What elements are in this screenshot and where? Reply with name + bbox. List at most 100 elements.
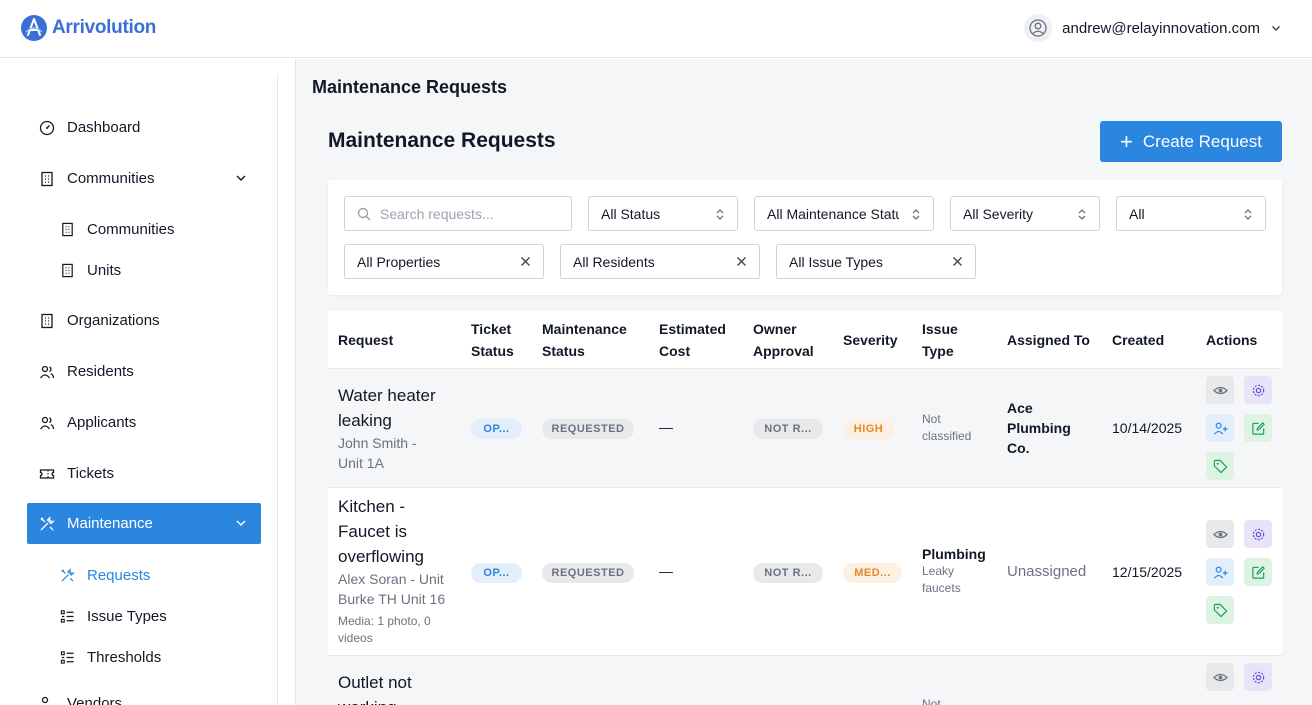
close-icon[interactable] [520, 256, 531, 267]
issue-type-text: classified [922, 429, 972, 443]
user-plus-icon [1213, 566, 1228, 579]
sidebar-item-vendors[interactable]: Vendors [27, 688, 261, 705]
tools-icon [61, 567, 75, 582]
issue-type-cell: Not [922, 696, 941, 705]
severity-badge: MED... [843, 563, 902, 583]
request-cell[interactable]: Kitchen - Faucet is overflowing Alex Sor… [338, 494, 445, 647]
avatar[interactable] [1024, 14, 1053, 42]
sidebar-item-maintenance[interactable]: Maintenance [27, 503, 261, 544]
header-ticket-status[interactable]: Ticket Status [471, 318, 514, 362]
issue-type-cell: Plumbing Leaky faucets [922, 545, 986, 597]
table-row[interactable]: Water heater leaking John Smith - Unit 1… [328, 369, 1282, 488]
view-button[interactable] [1206, 376, 1234, 404]
sidebar-item-residents[interactable]: Residents [27, 351, 261, 392]
assigned-vendor: Plumbing [1007, 420, 1071, 436]
edit-button[interactable] [1244, 558, 1272, 586]
select-arrows-icon [1078, 209, 1086, 220]
user-email[interactable]: andrew@relayinnovation.com [1062, 20, 1260, 37]
chevron-down-icon[interactable] [235, 172, 247, 184]
header-line: Ticket [471, 321, 512, 337]
select-arrows-icon [1244, 209, 1252, 220]
user-menu[interactable]: andrew@relayinnovation.com [1024, 14, 1282, 42]
ticket-status-badge: OP... [471, 563, 522, 583]
properties-select[interactable]: All Properties [344, 244, 544, 279]
sidebar-subitem-thresholds[interactable]: Thresholds [48, 642, 161, 672]
sidebar-item-label: Communities [67, 170, 155, 187]
sidebar-item-label: Communities [87, 220, 175, 238]
chevron-down-icon[interactable] [235, 517, 247, 529]
section-title: Maintenance Requests [328, 129, 556, 152]
header-request[interactable]: Request [338, 329, 393, 351]
sidebar-subitem-issue-types[interactable]: Issue Types [48, 601, 167, 631]
tag-button[interactable] [1206, 596, 1234, 624]
close-icon[interactable] [736, 256, 747, 267]
request-cell[interactable]: Water heater leaking John Smith - Unit 1… [338, 383, 436, 473]
sidebar-item-label: Applicants [67, 414, 137, 431]
issue-types-select[interactable]: All Issue Types [776, 244, 976, 279]
app-logo[interactable]: Arrivolution [20, 14, 156, 42]
settings-button[interactable] [1244, 663, 1272, 691]
sidebar-subitem-units[interactable]: Units [48, 255, 121, 285]
sidebar-item-organizations[interactable]: Organizations [27, 300, 261, 341]
settings-button[interactable] [1244, 376, 1272, 404]
search-input[interactable]: Search requests... [344, 196, 572, 231]
create-request-button[interactable]: + Create Request [1100, 121, 1282, 162]
tag-button[interactable] [1206, 452, 1234, 480]
sidebar-item-applicants[interactable]: Applicants [27, 402, 261, 443]
header-maintenance-status[interactable]: Maintenance Status [542, 318, 627, 362]
select-arrows-icon [716, 209, 724, 220]
sidebar-item-communities[interactable]: Communities [27, 158, 261, 199]
view-button[interactable] [1206, 663, 1234, 691]
request-media: Media: 1 photo, 0 videos [338, 613, 445, 647]
header-line: Type [922, 343, 954, 359]
maintenance-status-select[interactable]: All Maintenance Status [754, 196, 934, 231]
request-cell[interactable]: Outlet not working [338, 670, 412, 705]
sidebar-item-dashboard[interactable]: Dashboard [27, 107, 261, 148]
edit-button[interactable] [1244, 414, 1272, 442]
assign-vendor-button[interactable] [1206, 558, 1234, 586]
filter-select[interactable]: All [1116, 196, 1266, 231]
status-select[interactable]: All Status [588, 196, 738, 231]
header-assigned-to[interactable]: Assigned To [1007, 329, 1090, 351]
gear-icon [1252, 384, 1264, 396]
header-line: Cost [659, 343, 691, 359]
header-line: Approval [753, 343, 814, 359]
sidebar-divider [277, 74, 278, 705]
header-owner-approval[interactable]: Owner Approval [753, 318, 814, 362]
header-estimated-cost[interactable]: Estimated Cost [659, 318, 726, 362]
header-severity[interactable]: Severity [843, 329, 897, 351]
user-circle-icon [1029, 19, 1047, 37]
issue-type-sub: Leaky [922, 564, 955, 578]
close-icon[interactable] [952, 256, 963, 267]
residents-select[interactable]: All Residents [560, 244, 760, 279]
sidebar-item-tickets[interactable]: Tickets [27, 453, 261, 494]
residents-select-value: All Residents [573, 253, 655, 270]
settings-button[interactable] [1244, 520, 1272, 548]
sidebar-subitem-requests[interactable]: Requests [48, 560, 150, 590]
view-button[interactable] [1206, 520, 1234, 548]
request-resident: John Smith - [338, 435, 417, 451]
estimated-cost: — [659, 419, 673, 435]
severity-select[interactable]: All Severity [950, 196, 1100, 231]
table-row[interactable]: Kitchen - Faucet is overflowing Alex Sor… [328, 488, 1282, 656]
sidebar-item-label: Dashboard [67, 119, 141, 136]
issue-type-text: Not [922, 697, 941, 705]
assign-vendor-button[interactable] [1206, 414, 1234, 442]
owner-approval-badge: NOT R... [753, 563, 823, 583]
sidebar-item-label: Units [87, 261, 122, 279]
chevron-down-icon[interactable] [1270, 22, 1282, 34]
edit-icon [1251, 565, 1265, 579]
main-content: Maintenance Requests Maintenance Request… [295, 59, 1312, 705]
edit-icon [1251, 421, 1265, 435]
issue-type-sub: faucets [922, 581, 961, 595]
request-title: Water heater [338, 386, 436, 405]
table-row[interactable]: Outlet not working Not [328, 656, 1282, 705]
header-created[interactable]: Created [1112, 329, 1164, 351]
request-title: leaking [338, 411, 392, 430]
request-title: working [338, 695, 412, 705]
assigned-vendor: Ace [1007, 400, 1033, 416]
header-issue-type[interactable]: Issue Type [922, 318, 958, 362]
eye-icon [1212, 673, 1228, 681]
sidebar-subitem-communities[interactable]: Communities [48, 214, 175, 244]
maintenance-status-badge: REQUESTED [542, 419, 634, 439]
